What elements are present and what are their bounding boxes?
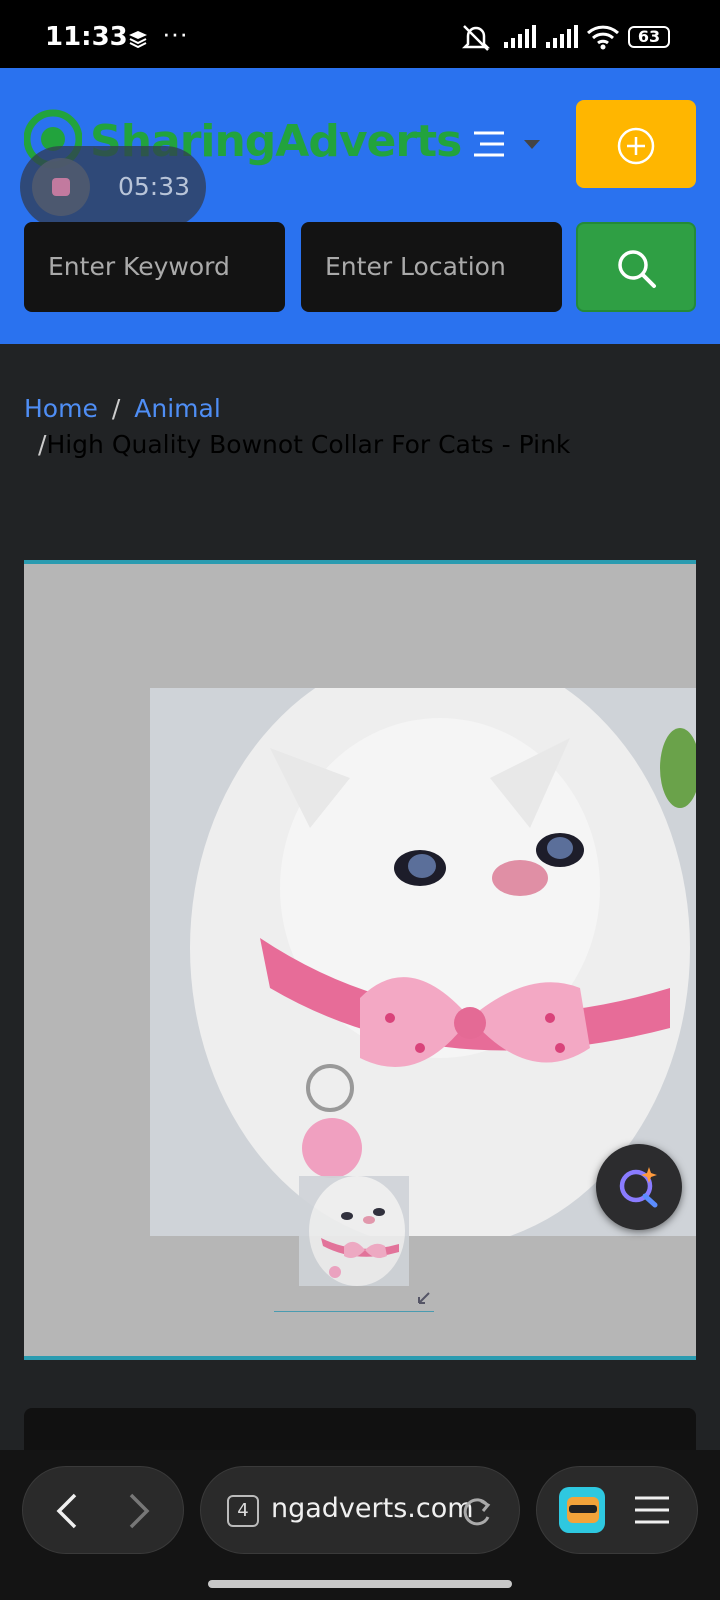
wifi-icon <box>586 25 620 50</box>
address-bar[interactable]: 4 ngadverts.com <box>200 1466 520 1554</box>
signal-icon-1 <box>504 25 536 48</box>
menu-toggle-button[interactable] <box>470 126 550 166</box>
breadcrumb-home-link[interactable]: Home <box>24 394 98 423</box>
game-app-glasses <box>569 1505 597 1513</box>
menu-icon[interactable] <box>635 1495 669 1525</box>
zoom-corner-icon <box>418 1292 430 1304</box>
product-gallery <box>24 560 696 1360</box>
mute-bell-icon <box>461 25 491 51</box>
browser-toolbar: 4 ngadverts.com <box>0 1450 720 1600</box>
stop-icon <box>52 178 70 196</box>
caret-down-icon <box>524 140 540 149</box>
status-time: 11:33 <box>45 22 128 52</box>
plus-circle-icon <box>617 127 655 165</box>
breadcrumb-category-link[interactable]: Animal <box>134 394 221 423</box>
more-dots-icon: ··· <box>162 18 188 48</box>
game-app-icon[interactable] <box>559 1487 605 1533</box>
breadcrumb-separator: / <box>111 394 121 423</box>
assistant-fab-button[interactable] <box>596 1144 682 1230</box>
recording-time: 05:33 <box>118 172 191 201</box>
screen-recorder-badge[interactable]: 05:33 <box>20 146 206 228</box>
navigation-pill <box>22 1466 184 1554</box>
breadcrumb: Home / Animal <box>24 394 704 423</box>
back-icon[interactable] <box>55 1493 79 1529</box>
layers-icon <box>129 31 147 48</box>
battery-icon: 63 <box>628 26 670 48</box>
thumbnail-image <box>299 1176 409 1286</box>
forward-icon[interactable] <box>127 1493 151 1529</box>
record-stop-button[interactable] <box>32 158 90 216</box>
hamburger-icon <box>474 131 504 157</box>
breadcrumb-current-row: /High Quality Bownot Collar For Cats - P… <box>24 430 570 459</box>
home-indicator[interactable] <box>208 1580 512 1588</box>
ai-search-icon <box>619 1167 658 1208</box>
signal-icon-2 <box>546 25 578 48</box>
reload-icon[interactable] <box>459 1495 493 1529</box>
search-button[interactable] <box>576 222 696 312</box>
search-icon <box>618 250 656 288</box>
site-header: SharingAdverts 05:33 Enter Keyword Enter… <box>0 68 720 344</box>
location-input[interactable]: Enter Location <box>301 222 562 312</box>
battery-level: 63 <box>637 27 661 46</box>
extras-pill <box>536 1466 698 1554</box>
keyword-input[interactable]: Enter Keyword <box>24 222 285 312</box>
tab-count-icon[interactable]: 4 <box>227 1495 259 1527</box>
url-text[interactable]: ngadverts.com <box>271 1493 474 1524</box>
breadcrumb-current: High Quality Bownot Collar For Cats - Pi… <box>46 430 571 459</box>
product-thumbnail[interactable] <box>274 1152 434 1312</box>
thumbnail-photo <box>299 1176 409 1286</box>
status-bar: 11:33 ··· 63 <box>0 0 720 68</box>
post-ad-button[interactable] <box>576 100 696 188</box>
